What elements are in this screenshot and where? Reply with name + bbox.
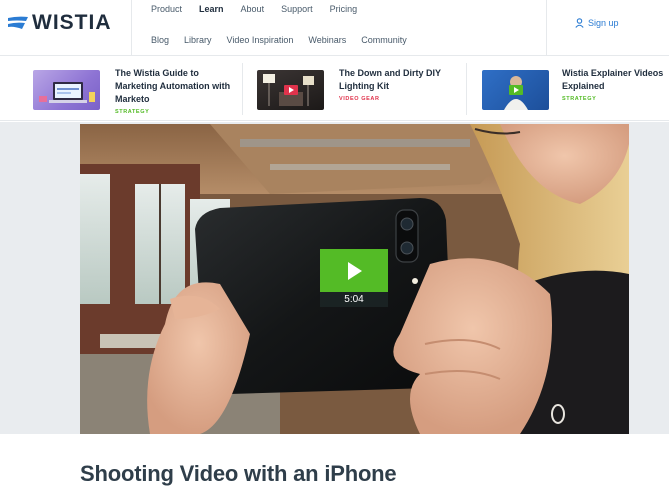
featured-articles-strip: The Wistia Guide to Marketing Automation… xyxy=(0,57,669,121)
explainer-videos-thumbnail xyxy=(482,70,549,110)
play-icon xyxy=(283,85,298,95)
card-category-tag: VIDEO GEAR xyxy=(339,96,380,102)
card-category-tag: STRATEGY xyxy=(115,109,150,115)
wistia-logo-icon xyxy=(8,16,28,29)
primary-nav: Product Learn About Support Pricing xyxy=(151,4,374,14)
subnav-blog[interactable]: Blog xyxy=(151,35,169,45)
subnav-library[interactable]: Library xyxy=(184,35,212,45)
play-icon xyxy=(508,85,523,95)
signup-label: Sign up xyxy=(588,18,619,28)
lighting-kit-thumbnail xyxy=(257,70,324,110)
featured-card-marketo[interactable]: The Wistia Guide to Marketing Automation… xyxy=(0,57,240,121)
featured-card-lighting-kit[interactable]: The Down and Dirty DIY Lighting Kit VIDE… xyxy=(245,57,465,121)
card-title: The Down and Dirty DIY Lighting Kit xyxy=(339,68,441,91)
nav-pricing[interactable]: Pricing xyxy=(330,4,358,14)
card-category-tag: STRATEGY xyxy=(562,96,597,102)
nav-support[interactable]: Support xyxy=(281,4,313,14)
nav-about[interactable]: About xyxy=(241,4,265,14)
video-play-button[interactable] xyxy=(320,249,388,292)
signup-link[interactable]: Sign up xyxy=(575,18,619,28)
wistia-wordmark: WISTIA xyxy=(32,11,112,34)
site-header: WISTIA Product Learn About Support Prici… xyxy=(0,0,669,56)
video-duration: 5:04 xyxy=(320,292,388,307)
laptop-illustration xyxy=(39,82,95,103)
article-title: Shooting Video with an iPhone xyxy=(80,461,397,486)
card-title: Wistia Explainer Videos Explained xyxy=(562,68,664,91)
card-divider xyxy=(466,63,467,115)
subnav-community[interactable]: Community xyxy=(361,35,407,45)
subnav-video-inspiration[interactable]: Video Inspiration xyxy=(227,35,294,45)
user-icon xyxy=(575,18,584,28)
header-divider xyxy=(546,0,547,56)
nav-learn[interactable]: Learn xyxy=(199,4,224,14)
card-title: The Wistia Guide to Marketing Automation… xyxy=(115,68,231,104)
card-divider xyxy=(242,63,243,115)
secondary-nav: Blog Library Video Inspiration Webinars … xyxy=(151,35,422,45)
marketing-automation-thumbnail xyxy=(33,70,100,110)
header-divider xyxy=(131,0,132,56)
play-icon xyxy=(348,262,362,280)
subnav-webinars[interactable]: Webinars xyxy=(308,35,346,45)
nav-product[interactable]: Product xyxy=(151,4,182,14)
wistia-logo[interactable]: WISTIA xyxy=(8,11,112,34)
featured-card-explainer-videos[interactable]: Wistia Explainer Videos Explained STRATE… xyxy=(469,57,669,121)
